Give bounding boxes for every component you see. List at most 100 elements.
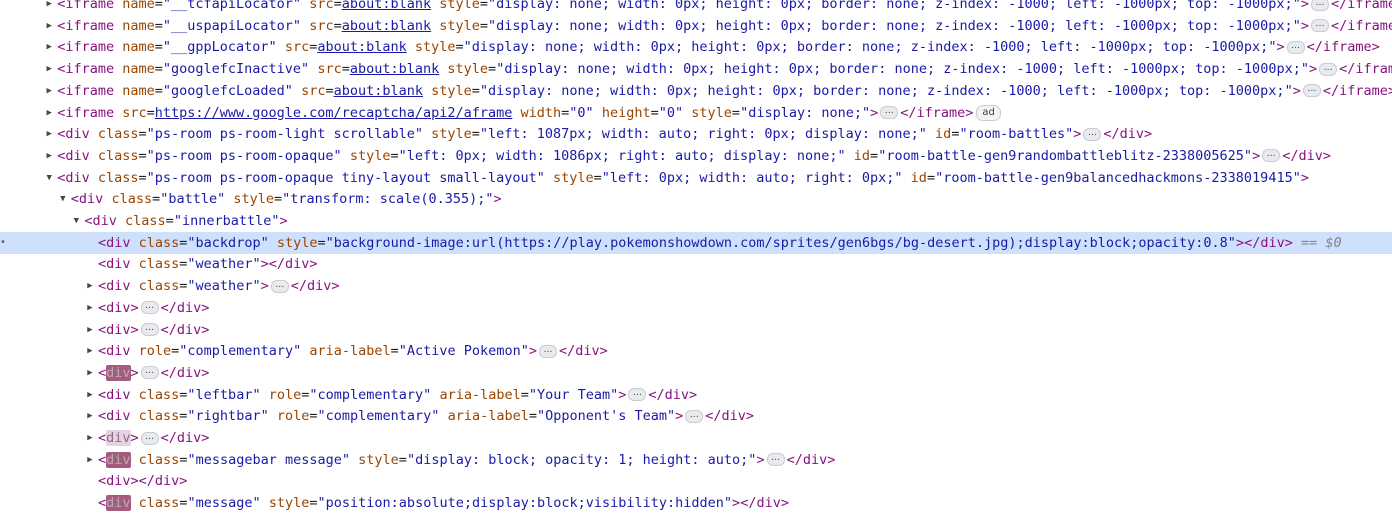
node-markup[interactable]: <iframe name="__tcfapiLocator" src=about… — [57, 0, 1392, 15]
dom-node-row[interactable]: ▼ <div class="battle" style="transform: s… — [0, 188, 1392, 210]
dom-node-row[interactable]: ▶ <div class="messagebar message" style="… — [0, 449, 1392, 471]
expand-children-ellipsis-button[interactable]: … — [140, 323, 159, 336]
dom-node-row[interactable]: ▶ <div class="ps-room ps-room-opaque" sty… — [0, 145, 1392, 167]
dom-node-row[interactable]: ▶ <iframe name="__uspapiLocator" src=abou… — [0, 15, 1392, 37]
expand-children-ellipsis-button[interactable]: … — [1302, 84, 1321, 98]
dom-node-row[interactable]: <div></div> — [0, 470, 1392, 492]
attribute-link[interactable]: about:blank — [342, 18, 431, 34]
node-markup[interactable]: <iframe src=https://www.google.com/recap… — [57, 102, 1001, 124]
collapse-arrow-icon[interactable]: ▼ — [85, 514, 95, 518]
node-markup[interactable]: <div class="weather">… </div> — [98, 275, 340, 297]
node-markup[interactable]: <div>… </div> — [98, 319, 209, 341]
expand-arrow-icon[interactable]: ▶ — [85, 449, 95, 471]
dom-node-row[interactable]: ▶ <iframe name="googlefcInactive" src=abo… — [0, 58, 1392, 80]
node-markup[interactable]: <div class="backdrop" style="background-… — [98, 232, 1342, 254]
collapse-arrow-icon[interactable]: ▼ — [71, 210, 81, 232]
node-markup[interactable]: <div class="weather"></div> — [98, 253, 318, 275]
collapse-arrow-icon[interactable]: ▼ — [44, 167, 54, 189]
dom-node-row[interactable]: ▶ <div class="weather">… </div> — [0, 275, 1392, 297]
node-markup[interactable]: <div class="leftbar" role="complementary… — [98, 384, 697, 406]
expand-arrow-icon[interactable]: ▶ — [85, 405, 95, 427]
expand-children-ellipsis-button[interactable]: … — [140, 301, 159, 315]
expand-children-ellipsis-button[interactable]: … — [538, 344, 557, 358]
node-markup[interactable]: <div>… </div> — [98, 362, 209, 384]
dom-node-row-selected[interactable]: • <div class="backdrop" style="background… — [0, 231, 1392, 254]
expand-arrow-icon[interactable]: ▶ — [44, 15, 54, 37]
dom-tree-panel[interactable]: ▶ <iframe name="__tcfapiLocator" src=abou… — [0, 0, 1392, 518]
expand-arrow-icon[interactable]: ▶ — [44, 123, 54, 145]
dom-node-row[interactable]: ▶ <div class="ps-room ps-room-light scrol… — [0, 123, 1392, 145]
collapse-arrow-icon[interactable]: ▼ — [58, 188, 68, 210]
node-markup[interactable]: <div class="ps-room ps-room-light scroll… — [57, 123, 1152, 145]
dom-node-row[interactable]: ▶ <div class="rightbar" role="complementa… — [0, 405, 1392, 427]
node-markup[interactable]: <div class="battle" style="transform: sc… — [71, 188, 502, 210]
node-markup[interactable]: <div></div> — [98, 470, 187, 492]
dom-node-row[interactable]: ▶ <iframe name="__tcfapiLocator" src=abou… — [0, 0, 1392, 15]
dom-node-row[interactable]: ▶ <div>… </div> — [0, 319, 1392, 341]
expand-arrow-icon[interactable]: ▶ — [85, 384, 95, 406]
dom-node-row[interactable]: ▼ <div class="ps-room ps-room-opaque tiny… — [0, 167, 1392, 189]
node-markup[interactable]: <iframe name="googlefcInactive" src=abou… — [57, 58, 1392, 80]
node-markup[interactable]: <div>… </div> — [98, 427, 209, 449]
dom-node-row[interactable]: ▶ <iframe src=https://www.google.com/reca… — [0, 102, 1392, 124]
ad-badge[interactable]: ad — [976, 104, 1001, 121]
expand-arrow-icon[interactable]: ▶ — [44, 36, 54, 58]
expand-children-ellipsis-button[interactable]: … — [140, 366, 159, 380]
expand-arrow-icon[interactable]: ▶ — [85, 297, 95, 319]
node-markup[interactable]: <iframe name="__gppLocator" src=about:bl… — [57, 36, 1380, 58]
dom-node-row[interactable]: ▶ <div class="leftbar" role="complementar… — [0, 384, 1392, 406]
expand-children-ellipsis-button[interactable]: … — [1083, 127, 1102, 141]
expand-children-ellipsis-button[interactable]: … — [880, 106, 899, 119]
attribute-link[interactable]: https://www.google.com/recaptcha/api2/af… — [155, 105, 513, 121]
node-markup[interactable]: <div class="innerbattle"> — [84, 210, 287, 232]
node-markup[interactable]: <div class="tooltips"> — [98, 514, 277, 518]
node-markup[interactable]: <iframe name="__uspapiLocator" src=about… — [57, 15, 1392, 37]
punctuation: = — [154, 0, 163, 12]
dom-node-row[interactable]: ▶ <iframe name="googlefcLoaded" src=about… — [0, 80, 1392, 102]
attribute-link[interactable]: about:blank — [317, 39, 406, 55]
node-markup[interactable]: <iframe name="googlefcLoaded" src=about:… — [57, 80, 1392, 102]
expand-children-ellipsis-button[interactable]: … — [685, 409, 704, 423]
expand-arrow-icon[interactable]: ▶ — [44, 0, 54, 15]
expand-children-ellipsis-button[interactable]: … — [1319, 62, 1338, 76]
expand-children-ellipsis-button[interactable]: … — [1310, 0, 1329, 11]
dom-node-row[interactable]: <div class="weather"></div> — [0, 253, 1392, 275]
dom-node-row[interactable]: ▶ <iframe name="__gppLocator" src=about:b… — [0, 36, 1392, 58]
expand-arrow-icon[interactable]: ▶ — [85, 340, 95, 362]
expand-arrow-icon[interactable]: ▶ — [44, 145, 54, 167]
expand-children-ellipsis-button[interactable]: … — [766, 453, 785, 467]
node-markup[interactable]: <div role="complementary" aria-label="Ac… — [98, 340, 608, 362]
node-markup[interactable]: <div>… </div> — [98, 297, 209, 319]
node-markup[interactable]: <div class="ps-room ps-room-opaque" styl… — [57, 145, 1331, 167]
tag-name: > — [260, 256, 269, 273]
dom-node-row[interactable]: ▶ <div>… </div> — [0, 362, 1392, 384]
attribute-link[interactable]: about:blank — [342, 0, 431, 12]
attribute-value: "ps-room ps-room-opaque" — [146, 147, 342, 164]
dom-node-row[interactable]: ▼ <div class="innerbattle"> — [0, 210, 1392, 232]
expand-children-ellipsis-button[interactable]: … — [1310, 19, 1329, 33]
dom-node-row[interactable]: <div class="message" style="position:abs… — [0, 492, 1392, 514]
expand-arrow-icon[interactable]: ▶ — [44, 102, 54, 124]
expand-children-ellipsis-button[interactable]: … — [140, 431, 159, 445]
attribute-link[interactable]: about:blank — [334, 83, 423, 99]
node-markup[interactable]: <div class="message" style="position:abs… — [98, 492, 789, 514]
expand-children-ellipsis-button[interactable]: … — [628, 388, 647, 402]
expand-arrow-icon[interactable]: ▶ — [44, 58, 54, 80]
expand-arrow-icon[interactable]: ▶ — [85, 275, 95, 297]
node-markup[interactable]: <div class="messagebar message" style="d… — [98, 449, 835, 471]
expand-arrow-icon[interactable]: ▶ — [85, 427, 95, 449]
expand-children-ellipsis-button[interactable]: … — [270, 279, 289, 293]
expand-arrow-icon[interactable]: ▶ — [85, 319, 95, 341]
attribute-link[interactable]: about:blank — [350, 61, 439, 77]
node-markup[interactable]: <div class="rightbar" role="complementar… — [98, 405, 754, 427]
dom-node-row[interactable]: ▶ <div>… </div> — [0, 427, 1392, 449]
expand-children-ellipsis-button[interactable]: … — [1262, 149, 1281, 163]
expand-arrow-icon[interactable]: ▶ — [85, 362, 95, 384]
expand-children-ellipsis-button[interactable]: … — [1286, 40, 1305, 54]
dom-node-row[interactable]: ▶ <div role="complementary" aria-label="A… — [0, 340, 1392, 362]
expand-arrow-icon[interactable]: ▶ — [44, 80, 54, 102]
node-markup[interactable]: <div class="ps-room ps-room-opaque tiny-… — [57, 167, 1309, 189]
tag-name: <div — [98, 408, 139, 425]
dom-node-row[interactable]: ▶ <div>… </div> — [0, 297, 1392, 319]
dom-node-row[interactable]: ▼<div class="tooltips"> — [0, 514, 1392, 518]
